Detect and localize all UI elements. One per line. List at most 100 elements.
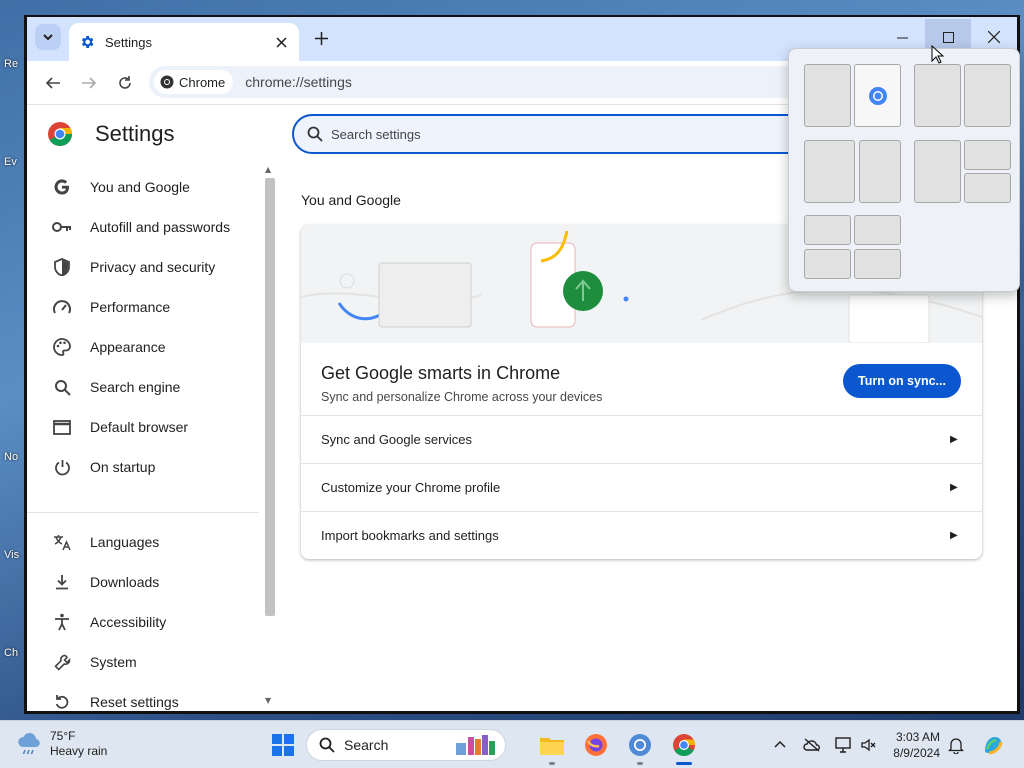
minimize-icon (896, 37, 908, 38)
snap-zone-wide-right[interactable] (964, 64, 1011, 127)
copilot-icon (985, 737, 1003, 755)
snap-zone-half-right[interactable] (854, 64, 901, 127)
sidebar-scrollbar[interactable]: ▲ ▼ (263, 164, 277, 709)
sidebar-item-reset-settings[interactable]: Reset settings (27, 682, 262, 711)
onedrive-tray-icon[interactable] (802, 735, 822, 755)
snap-zone-quad-bl[interactable] (804, 249, 851, 279)
taskbar-chrome-alt[interactable] (624, 729, 656, 765)
scroll-down-arrow-icon[interactable]: ▼ (265, 696, 271, 705)
reset-icon (52, 692, 72, 711)
sidebar-item-search-engine[interactable]: Search engine (27, 367, 262, 407)
sidebar-item-performance[interactable]: Performance (27, 287, 262, 327)
desktop-icon-label[interactable]: Ev (4, 156, 17, 168)
notifications-button[interactable] (946, 735, 966, 755)
sidebar-item-label: Privacy and security (90, 259, 216, 275)
sidebar-item-on-startup[interactable]: On startup (27, 447, 262, 487)
folder-icon (540, 738, 564, 755)
search-icon (52, 377, 72, 397)
arrow-left-icon (45, 77, 60, 89)
bell-icon (948, 737, 964, 754)
sidebar-item-system[interactable]: System (27, 642, 262, 682)
desktop-icon-label[interactable]: Ch (4, 647, 18, 659)
snap-zone-bottom-right[interactable] (964, 173, 1011, 203)
weather-condition: Heavy rain (50, 744, 108, 758)
turn-on-sync-button[interactable]: Turn on sync... (843, 364, 961, 398)
reload-button[interactable] (111, 69, 139, 97)
sync-card-header: Get Google smarts in Chrome Sync and per… (321, 363, 602, 404)
snap-zone-wide-left[interactable] (914, 64, 961, 127)
desktop-icon-label[interactable]: No (4, 451, 18, 463)
sidebar-item-autofill[interactable]: Autofill and passwords (27, 207, 262, 247)
new-tab-button[interactable] (309, 26, 333, 50)
taskbar-chrome[interactable] (668, 729, 700, 765)
sidebar-item-appearance[interactable]: Appearance (27, 327, 262, 367)
wrench-icon (52, 652, 72, 672)
snap-zone-top-right[interactable] (964, 140, 1011, 170)
page-title: Settings (95, 121, 175, 146)
chrome-logo-icon (629, 734, 651, 756)
gear-icon (81, 36, 94, 48)
show-hidden-icons-button[interactable] (770, 735, 790, 755)
sidebar-item-downloads[interactable]: Downloads (27, 562, 262, 602)
search-input[interactable] (331, 126, 731, 142)
scroll-up-arrow-icon[interactable]: ▲ (265, 165, 271, 174)
search-settings-field[interactable] (292, 114, 852, 154)
chrome-logo-icon (48, 122, 73, 146)
rain-cloud-icon (18, 732, 40, 755)
snap-zone-quad-br[interactable] (854, 249, 901, 279)
sidebar-item-label: Performance (90, 299, 171, 315)
chevron-right-icon: ▶ (950, 530, 958, 541)
desktop-icon-label[interactable]: Re (4, 58, 18, 70)
site-info-chip[interactable]: Chrome (154, 70, 234, 94)
chip-label: Chrome (179, 74, 226, 90)
sidebar-item-accessibility[interactable]: Accessibility (27, 602, 262, 642)
tab-search-button[interactable] (35, 24, 61, 50)
network-tray-icon[interactable] (834, 735, 854, 755)
start-button[interactable] (267, 729, 299, 761)
chrome-logo-icon (673, 734, 695, 756)
taskbar-search[interactable]: Search (306, 729, 506, 761)
snap-zone-third-left[interactable] (804, 140, 855, 203)
active-indicator (676, 762, 692, 765)
translate-icon (52, 532, 72, 552)
chrome-logo-icon (160, 75, 174, 89)
snap-layouts-flyout (788, 48, 1020, 292)
copilot-button[interactable] (980, 732, 1006, 758)
snap-zone-main-left[interactable] (914, 140, 961, 203)
snap-zone-third-right[interactable] (859, 140, 901, 203)
row-import-bookmarks[interactable]: Import bookmarks and settings ▶ (301, 511, 982, 559)
desktop-icon-label[interactable]: Vis (4, 549, 19, 561)
url-text[interactable]: chrome://settings (245, 74, 352, 90)
sidebar-item-languages[interactable]: Languages (27, 522, 262, 562)
search-icon (319, 737, 335, 753)
scrollbar-thumb[interactable] (265, 178, 275, 616)
back-button[interactable] (39, 69, 67, 97)
tab-settings[interactable]: Settings (69, 23, 299, 61)
snap-zone-quad-tl[interactable] (804, 215, 851, 245)
sidebar-item-label: Accessibility (90, 614, 167, 630)
close-tab-button[interactable] (271, 32, 291, 52)
row-customize-profile[interactable]: Customize your Chrome profile ▶ (301, 463, 982, 511)
google-g-icon (52, 177, 72, 197)
snap-zone-half-left[interactable] (804, 64, 851, 127)
volume-tray-icon[interactable] (858, 735, 878, 755)
sidebar-item-label: Default browser (90, 419, 189, 435)
forward-button[interactable] (75, 69, 103, 97)
sync-card-subtitle: Sync and personalize Chrome across your … (321, 390, 603, 404)
taskbar-file-explorer[interactable] (536, 729, 568, 765)
sidebar-item-privacy[interactable]: Privacy and security (27, 247, 262, 287)
books-icon (456, 735, 496, 755)
row-label: Customize your Chrome profile (321, 480, 501, 495)
chrome-logo-icon (869, 87, 887, 105)
taskbar-clock[interactable]: 3:03 AM 8/9/2024 (880, 729, 940, 761)
row-sync-google-services[interactable]: Sync and Google services ▶ (301, 415, 982, 463)
sidebar-item-default-browser[interactable]: Default browser (27, 407, 262, 447)
taskbar-firefox[interactable] (580, 729, 612, 761)
weather-widget[interactable]: 75°F Heavy rain (16, 729, 107, 759)
weather-temp: 75°F (50, 729, 76, 743)
nav-divider (27, 512, 259, 513)
arrow-right-icon (82, 77, 97, 89)
sidebar-item-you-and-google[interactable]: You and Google (27, 167, 262, 207)
row-label: Import bookmarks and settings (321, 528, 499, 543)
snap-zone-quad-tr[interactable] (854, 215, 901, 245)
